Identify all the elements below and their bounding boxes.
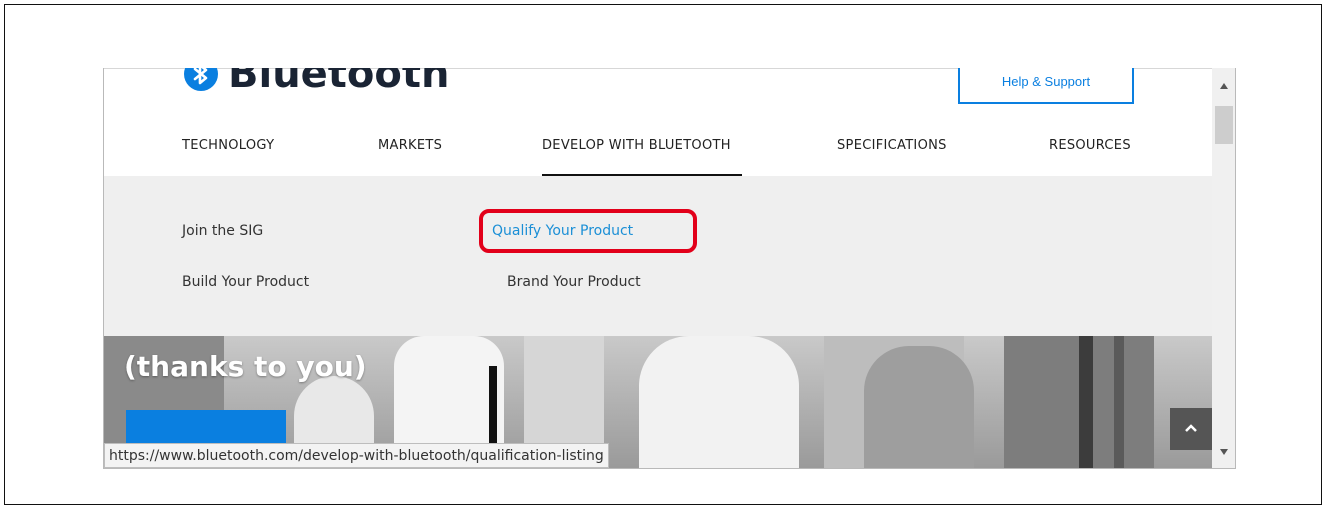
nav-item-resources[interactable]: RESOURCES <box>1049 138 1131 153</box>
screenshot-frame: Bluetooth Help & Support TECHNOLOGY MARK… <box>4 4 1322 505</box>
scroll-down-arrow-icon[interactable] <box>1212 442 1235 462</box>
scroll-to-top-button[interactable] <box>1170 408 1212 450</box>
main-nav: TECHNOLOGY MARKETS DEVELOP WITH BLUETOOT… <box>104 128 1212 177</box>
hero-headline: (thanks to you) <box>124 350 367 383</box>
nav-item-markets[interactable]: MARKETS <box>378 138 442 153</box>
annotation-highlight-box <box>479 209 697 253</box>
hero-figure-nurse <box>639 336 799 468</box>
hero-figure-staff <box>864 346 974 468</box>
develop-dropdown-menu: Join the SIG Qualify Your Product Build … <box>104 176 1212 336</box>
status-bar-url: https://www.bluetooth.com/develop-with-b… <box>104 443 609 468</box>
vertical-scrollbar[interactable] <box>1212 68 1235 468</box>
dropdown-link-join-the-sig[interactable]: Join the SIG <box>182 223 263 239</box>
bluetooth-logo[interactable]: Bluetooth <box>184 68 450 97</box>
nav-item-specifications[interactable]: SPECIFICATIONS <box>837 138 947 153</box>
web-page: Bluetooth Help & Support TECHNOLOGY MARK… <box>104 68 1212 468</box>
dropdown-link-brand-your-product[interactable]: Brand Your Product <box>507 274 641 290</box>
chevron-up-icon <box>1184 420 1198 438</box>
scroll-up-arrow-icon[interactable] <box>1212 76 1235 96</box>
nav-item-develop-with-bluetooth[interactable]: DEVELOP WITH BLUETOOTH <box>542 138 731 153</box>
dropdown-link-build-your-product[interactable]: Build Your Product <box>182 274 309 290</box>
hero-bg-frame-2 <box>1114 336 1124 468</box>
browser-viewport: Bluetooth Help & Support TECHNOLOGY MARK… <box>103 68 1236 469</box>
help-support-button[interactable]: Help & Support <box>958 68 1134 104</box>
logo-wordmark: Bluetooth <box>228 68 450 97</box>
scrollbar-thumb[interactable] <box>1215 106 1233 144</box>
nav-item-technology[interactable]: TECHNOLOGY <box>182 138 274 153</box>
bluetooth-logo-icon <box>184 68 218 91</box>
hero-bg-frame <box>1079 336 1093 468</box>
